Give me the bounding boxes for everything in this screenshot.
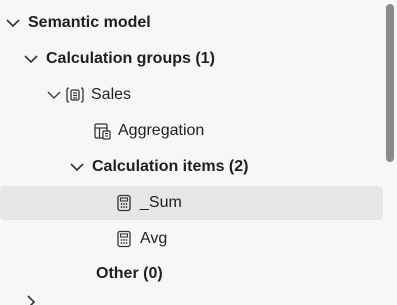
chevron-down-icon[interactable] [45, 86, 63, 104]
tree-node-semantic-model[interactable]: Semantic model [4, 7, 383, 39]
chevron-right-icon[interactable] [22, 293, 40, 305]
chevron-down-icon[interactable] [22, 50, 40, 68]
tree-node-label: Sales [91, 86, 132, 103]
tree-node-sum[interactable]: _Sum [0, 186, 383, 220]
tree-node-label: _Sum [140, 194, 182, 211]
tree-node-label: Aggregation [118, 122, 205, 139]
tree-node-label: Other (0) [96, 265, 163, 282]
calculator-icon [114, 193, 134, 213]
scrollbar-thumb[interactable] [386, 4, 394, 162]
calculation-column-icon [92, 121, 112, 141]
tree-node-calculation-groups[interactable]: Calculation groups (1) [22, 43, 383, 75]
calculation-group-table-icon [65, 85, 85, 105]
tree-node-sales[interactable]: Sales [45, 79, 383, 111]
tree-node-label: Calculation groups (1) [46, 50, 215, 67]
tree-node-label: Calculation items (2) [92, 158, 249, 175]
chevron-down-icon[interactable] [68, 158, 86, 176]
tree-node-label: Avg [140, 230, 168, 247]
tree-node-label: Semantic model [28, 14, 151, 31]
vertical-scrollbar[interactable] [383, 0, 397, 305]
calculator-icon [114, 229, 134, 249]
chevron-down-icon[interactable] [4, 14, 22, 32]
tree-node-calculation-items[interactable]: Calculation items (2) [68, 151, 383, 183]
semantic-model-tree-pane: Semantic model Calculation groups (1) Sa… [0, 0, 397, 305]
tree-node-other[interactable]: Other (0) [96, 258, 383, 290]
tree-node-avg[interactable]: Avg [114, 223, 383, 255]
tree-node-cutoff[interactable] [22, 292, 383, 305]
tree-node-aggregation[interactable]: Aggregation [92, 115, 383, 147]
